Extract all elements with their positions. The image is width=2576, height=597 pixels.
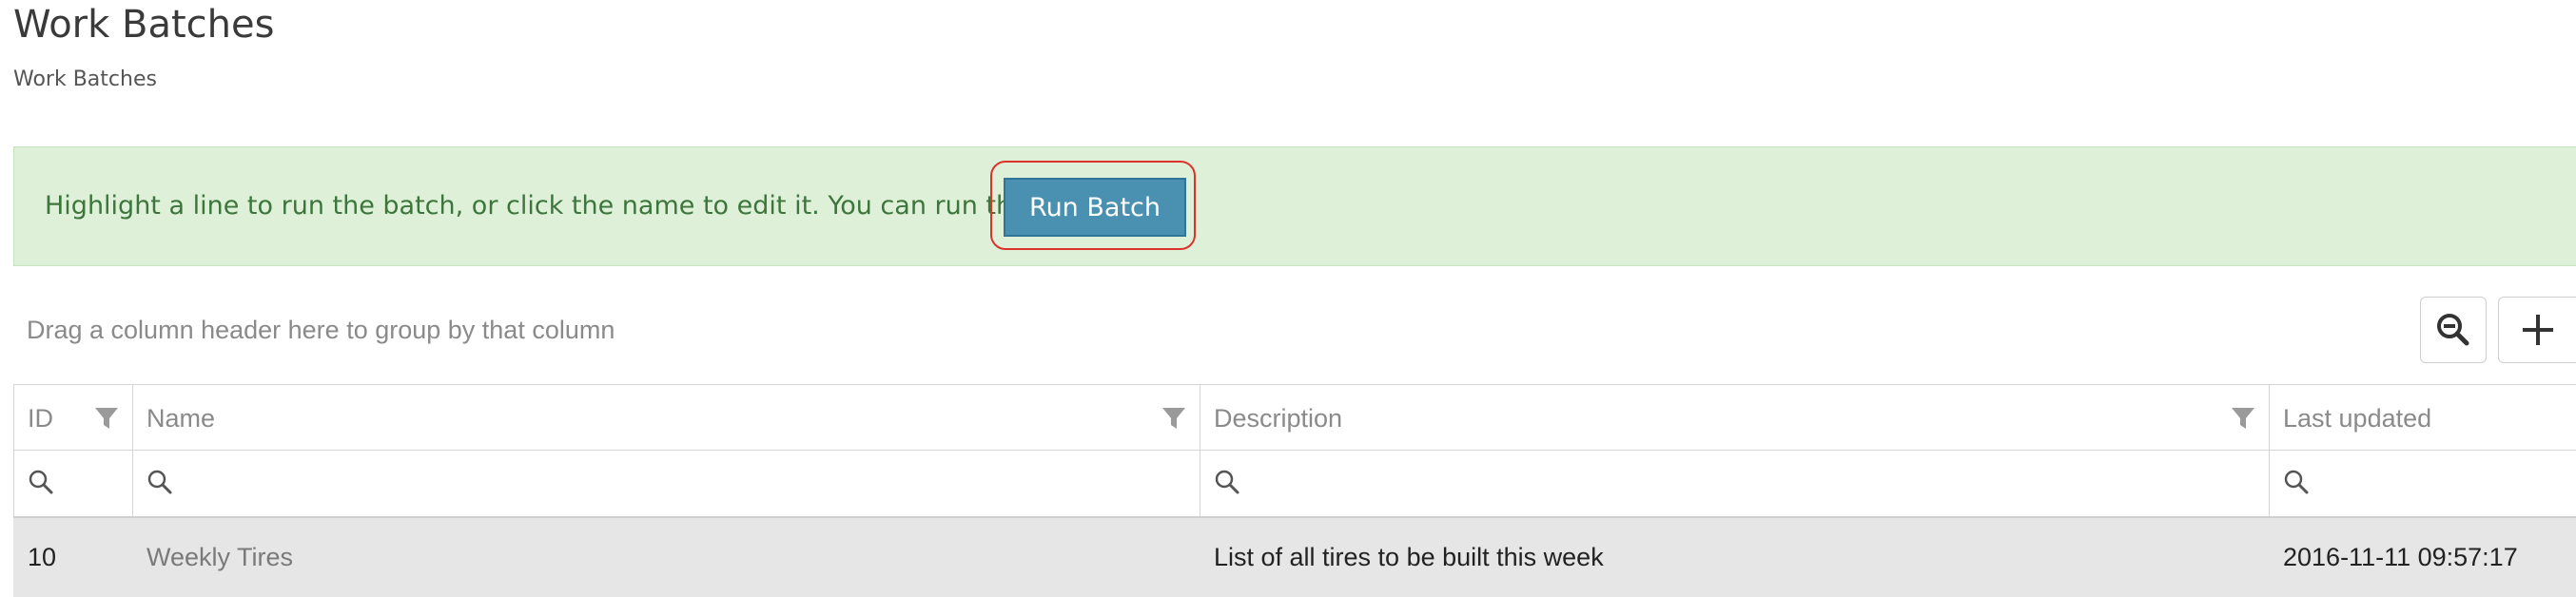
page-title: Work Batches (13, 3, 275, 47)
column-header-id[interactable]: ID (13, 385, 132, 450)
column-header-last-updated[interactable]: Last updated (2269, 385, 2576, 450)
column-header-description[interactable]: Description (1200, 385, 2269, 450)
breadcrumb[interactable]: Work Batches (13, 67, 157, 93)
grid-header-row: ID Name Description Last updated (13, 385, 2576, 451)
info-alert: Highlight a line to run the batch, or cl… (13, 146, 2576, 266)
filter-cell-id[interactable] (13, 450, 132, 516)
run-batch-button[interactable]: Run Batch (1004, 178, 1186, 237)
table-row[interactable]: 10 Weekly Tires List of all tires to be … (13, 518, 2576, 597)
plus-icon (2522, 315, 2553, 345)
cell-description: List of all tires to be built this week (1200, 518, 2269, 597)
search-icon (29, 470, 53, 494)
filter-icon[interactable] (2231, 406, 2255, 431)
column-header-label: Last updated (2283, 404, 2432, 433)
cell-last-updated: 2016-11-11 09:57:17 (2269, 518, 2576, 597)
column-header-label: Name (146, 404, 216, 433)
cell-last-updated-value: 2016-11-11 09:57:17 (2283, 543, 2518, 571)
filter-icon[interactable] (94, 406, 119, 431)
cell-id: 10 (13, 518, 132, 597)
column-header-label: Description (1214, 404, 1343, 433)
search-icon (1215, 470, 1239, 494)
column-header-name[interactable]: Name (132, 385, 1200, 450)
add-button[interactable] (2498, 297, 2576, 363)
cell-name: Weekly Tires (132, 518, 1200, 597)
cell-id-value: 10 (28, 543, 57, 571)
filter-icon[interactable] (1161, 406, 1186, 431)
alert-message: Highlight a line to run the batch, or cl… (45, 191, 1124, 221)
work-batches-grid: ID Name Description Last updated 10 Week… (13, 384, 2576, 597)
filter-cell-last-updated[interactable] (2269, 450, 2576, 516)
grid-filter-row (13, 450, 2576, 518)
search-icon (2284, 470, 2309, 494)
zoom-out-icon (2437, 314, 2469, 346)
group-panel-hint[interactable]: Drag a column header here to group by th… (27, 314, 615, 346)
search-icon (147, 470, 172, 494)
cell-description-value: List of all tires to be built this week (1214, 543, 1604, 571)
filter-cell-description[interactable] (1200, 450, 2269, 516)
zoom-out-button[interactable] (2420, 297, 2487, 363)
column-header-label: ID (28, 404, 53, 433)
filter-cell-name[interactable] (132, 450, 1200, 516)
work-batches-page: Work Batches Work Batches Highlight a li… (0, 0, 2576, 597)
batch-name-link[interactable]: Weekly Tires (146, 541, 293, 573)
